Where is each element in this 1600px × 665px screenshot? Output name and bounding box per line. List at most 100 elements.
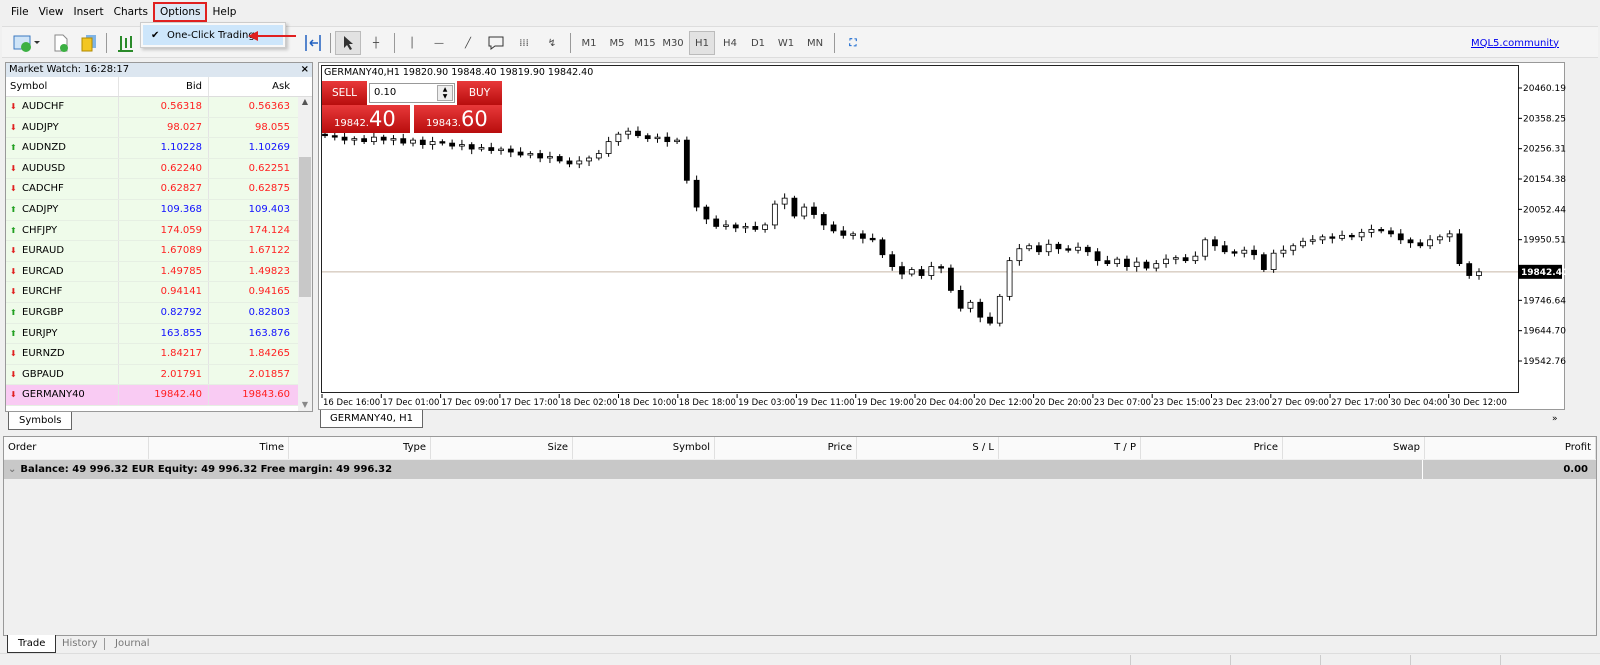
- market-watch-row[interactable]: ⬆ EURGBP 0.82792 0.82803: [6, 302, 312, 324]
- menu-charts[interactable]: Charts: [109, 2, 153, 22]
- column-header[interactable]: Price: [715, 437, 857, 459]
- horizontal-line-tool[interactable]: —: [426, 31, 452, 55]
- volume-stepper[interactable]: ▲ ▼: [437, 85, 453, 101]
- market-watch-row[interactable]: ⬇ AUDUSD 0.62240 0.62251: [6, 158, 312, 180]
- menu-options[interactable]: Options: [152, 2, 208, 22]
- column-header[interactable]: Type: [289, 437, 431, 459]
- time-tick-label: 19 Dec 19:00: [857, 398, 914, 408]
- symbol: CADCHF: [22, 183, 64, 195]
- col-symbol[interactable]: Symbol: [6, 77, 118, 96]
- tf-h1[interactable]: H1: [689, 31, 715, 55]
- candle: [1417, 239, 1424, 249]
- tf-m15[interactable]: M15: [632, 31, 658, 55]
- menu-bar: File View Insert Charts Options Help: [0, 0, 1600, 24]
- buy-button[interactable]: BUY: [457, 81, 502, 105]
- buy-price[interactable]: 19843.60: [414, 105, 502, 133]
- menu-file[interactable]: File: [6, 2, 34, 22]
- terminal-panel: Order Time Type Size Symbol Price S / LT / P Pr…: [3, 436, 1597, 636]
- new-chart-button[interactable]: [10, 31, 42, 55]
- symbol-cell: ⬇ GERMANY40: [6, 385, 118, 405]
- column-header[interactable]: Order: [4, 437, 149, 459]
- market-watch-row[interactable]: ⬇ GERMANY40 19842.40 19843.60: [6, 385, 312, 406]
- column-header[interactable]: Symbol: [573, 437, 715, 459]
- market-watch-row[interactable]: ⬇ AUDJPY 98.027 98.055: [6, 117, 312, 139]
- menu-help[interactable]: Help: [207, 2, 241, 22]
- market-watch-row[interactable]: ⬆ CADJPY 109.368 109.403: [6, 199, 312, 221]
- market-watch-row[interactable]: ⬇ GBPAUD 2.01791 2.01857: [6, 364, 312, 386]
- col-ask[interactable]: Ask: [208, 77, 296, 96]
- volume-input[interactable]: 0.10 ▲ ▼: [369, 83, 455, 103]
- column-header[interactable]: Price: [1141, 437, 1283, 459]
- tf-m5[interactable]: M5: [604, 31, 630, 55]
- tab-journal[interactable]: Journal: [115, 638, 150, 649]
- tf-m30[interactable]: M30: [660, 31, 686, 55]
- column-header[interactable]: Swap: [1283, 437, 1425, 459]
- tab-trade[interactable]: Trade: [7, 635, 57, 653]
- status-bar: [0, 653, 1600, 665]
- column-header[interactable]: T / P: [999, 437, 1141, 459]
- bar-chart-icon[interactable]: [114, 31, 136, 55]
- candle: [468, 142, 475, 155]
- candlestick-chart[interactable]: 20460.19 20358.25 20256.31 20154.38 20052.44…: [319, 63, 1566, 411]
- time-tick-label: 27 Dec 17:00: [1331, 398, 1388, 408]
- tf-h4[interactable]: H4: [717, 31, 743, 55]
- market-watch-row[interactable]: ⬇ EURCAD 1.49785 1.49823: [6, 261, 312, 283]
- tabs-scroll-icon[interactable]: »: [1552, 414, 1558, 424]
- symbol: GBPAUD: [22, 368, 64, 380]
- sell-button[interactable]: SELL: [322, 81, 367, 105]
- candle: [449, 139, 456, 150]
- candle: [507, 145, 514, 158]
- collapse-icon[interactable]: ⌄: [4, 464, 20, 475]
- candle: [478, 143, 485, 152]
- market-watch-row[interactable]: ⬇ EURCHF 0.94141 0.94165: [6, 282, 312, 303]
- column-header[interactable]: Size: [431, 437, 573, 459]
- col-bid[interactable]: Bid: [118, 77, 208, 96]
- scrollbar[interactable]: ▲ ▼: [298, 97, 312, 411]
- column-header[interactable]: Profit: [1425, 437, 1596, 459]
- vertical-line-tool[interactable]: │: [402, 31, 422, 55]
- current-price-label: 19842.40: [1521, 268, 1566, 278]
- balance-row[interactable]: ⌄ Balance: 49 996.32 EUR Equity: 49 996.3…: [4, 460, 1596, 479]
- new-document-icon[interactable]: [50, 31, 72, 55]
- tf-d1[interactable]: D1: [745, 31, 771, 55]
- candle: [547, 151, 553, 164]
- market-watch-row[interactable]: ⬇ CADCHF 0.62827 0.62875: [6, 179, 312, 200]
- close-icon[interactable]: ×: [301, 63, 309, 77]
- scrollbar-thumb[interactable]: [299, 157, 311, 297]
- price-tick-label: 20460.19: [1523, 84, 1566, 94]
- arrow-down-icon: ⬇: [10, 369, 17, 379]
- market-watch-row[interactable]: ⬆ EURJPY 163.855 163.876: [6, 323, 312, 345]
- fibonacci-icon[interactable]: ⁞⁞⁞: [512, 31, 536, 55]
- market-icon[interactable]: [78, 31, 100, 55]
- tab-history[interactable]: History: [62, 638, 98, 649]
- candle: [351, 136, 358, 146]
- menu-insert[interactable]: Insert: [69, 2, 109, 22]
- trendline-tool[interactable]: ╱: [456, 31, 480, 55]
- candle: [615, 131, 622, 146]
- mql5-community-link[interactable]: MQL5.community: [1470, 31, 1560, 55]
- market-watch-row[interactable]: ⬇ EURNZD 1.84217 1.84265: [6, 344, 312, 365]
- column-header[interactable]: Time: [149, 437, 289, 459]
- fullscreen-icon[interactable]: ⛶: [842, 31, 864, 55]
- market-watch-row[interactable]: ⬆ CHFJPY 174.059 174.124: [6, 220, 312, 242]
- sell-price[interactable]: 19842.40: [322, 105, 410, 133]
- tab-chart-germany40[interactable]: GERMANY40, H1: [320, 410, 424, 428]
- chart-shift-icon[interactable]: [300, 31, 326, 55]
- market-watch-row[interactable]: ⬇ AUDCHF 0.56318 0.56363: [6, 97, 312, 118]
- tf-w1[interactable]: W1: [773, 31, 799, 55]
- tf-m1[interactable]: M1: [576, 31, 602, 55]
- market-watch-row[interactable]: ⬆ AUDNZD 1.10228 1.10269: [6, 138, 312, 159]
- elliott-icon[interactable]: ↯: [540, 31, 564, 55]
- candle: [801, 203, 808, 220]
- menu-view[interactable]: View: [34, 2, 69, 22]
- crosshair-tool[interactable]: ┼: [364, 31, 388, 55]
- cursor-tool[interactable]: [335, 31, 361, 55]
- symbol-cell: ⬇ GBPAUD: [6, 365, 118, 385]
- time-tick-label: 30 Dec 04:00: [1390, 398, 1447, 408]
- tf-mn[interactable]: MN: [802, 31, 828, 55]
- column-header[interactable]: S / L: [857, 437, 999, 459]
- text-label-icon[interactable]: [484, 31, 508, 55]
- time-tick-label: 23 Dec 15:00: [1153, 398, 1210, 408]
- tab-symbols[interactable]: Symbols: [8, 412, 73, 430]
- market-watch-row[interactable]: ⬇ EURAUD 1.67089 1.67122: [6, 241, 312, 262]
